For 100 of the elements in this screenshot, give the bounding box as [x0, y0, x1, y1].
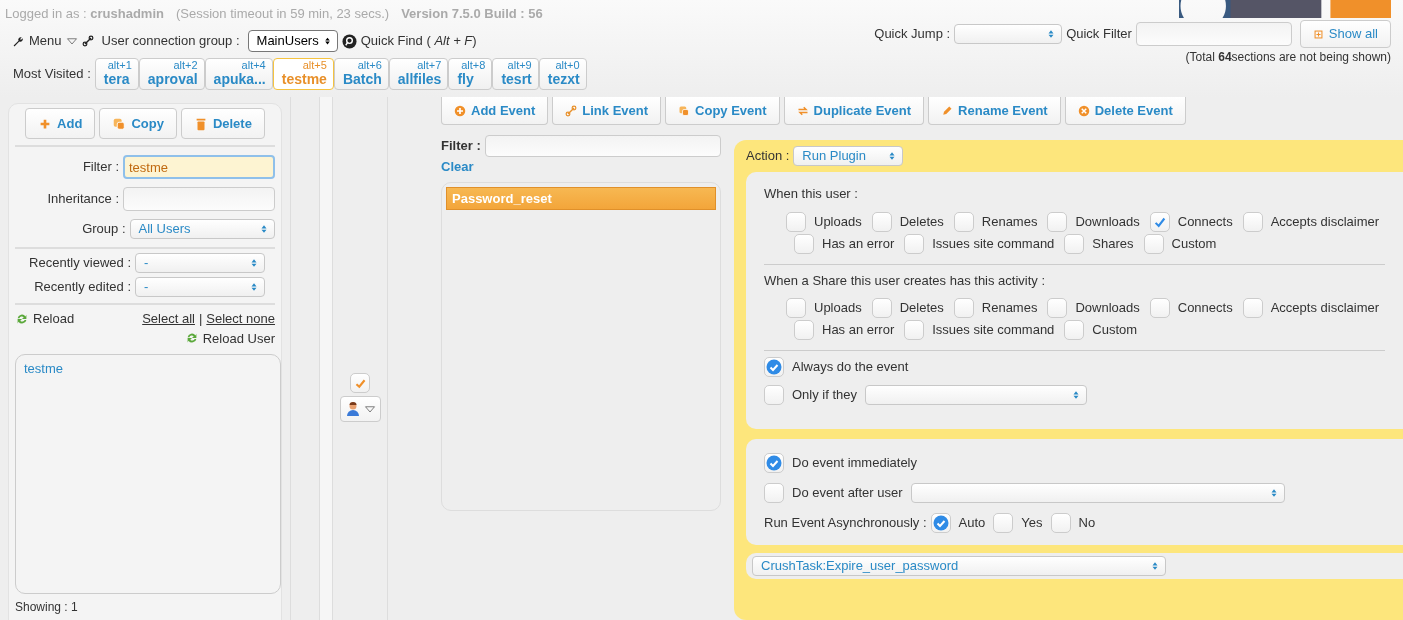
link-icon	[81, 35, 94, 47]
checkbox[interactable]	[953, 298, 974, 318]
copy-event-button[interactable]: Copy Event	[665, 97, 780, 125]
checkbox-label: Only if they	[792, 386, 858, 405]
checkbox-label: Uploads	[814, 212, 862, 231]
visited-tab[interactable]: alt+4 apuka...	[204, 58, 273, 90]
user-list-item[interactable]: testme	[24, 359, 272, 379]
visited-tab[interactable]: alt+8 fly	[448, 58, 493, 90]
duplicate-event-button[interactable]: Duplicate Event	[783, 97, 925, 125]
caret-icon	[363, 403, 376, 415]
recently-edited-dropdown[interactable]: -	[135, 277, 265, 297]
inheritance-label: Inheritance :	[46, 190, 119, 209]
visited-tab[interactable]: alt+5 testme	[272, 58, 334, 90]
task-dropdown[interactable]: CrushTask:Expire_user_password	[752, 556, 1166, 576]
event-filter-input[interactable]	[484, 135, 721, 157]
show-all-button[interactable]: Show all	[1299, 20, 1391, 48]
splitter-bar[interactable]	[290, 97, 320, 620]
visited-tab[interactable]: alt+0 tezxt	[538, 58, 587, 90]
condition-dropdown[interactable]	[865, 385, 1088, 405]
inheritance-input[interactable]	[123, 187, 275, 211]
visited-tab[interactable]: alt+2 aproval	[138, 58, 205, 90]
menu-button[interactable]: Menu	[29, 31, 78, 51]
link-event-button[interactable]: Link Event	[552, 97, 662, 125]
quick-find-link[interactable]: Quick Find ( Alt + F)	[360, 31, 477, 51]
action-label: Action :	[746, 147, 790, 166]
action-dropdown[interactable]: Run Plugin	[793, 146, 904, 166]
checkbox[interactable]	[1064, 320, 1085, 340]
check-icon	[932, 515, 949, 531]
checkbox[interactable]	[1149, 298, 1170, 318]
person-icon	[344, 401, 361, 417]
checkbox[interactable]	[953, 211, 974, 232]
select-all-link[interactable]: Select all	[142, 309, 195, 329]
user-menu-button[interactable]	[339, 396, 381, 422]
checkbox[interactable]	[1047, 298, 1068, 318]
checkbox-label: Downloads	[1075, 299, 1140, 318]
checkbox[interactable]	[764, 453, 784, 473]
copy-button[interactable]: Copy	[99, 108, 177, 139]
checkbox-label: Custom	[1171, 234, 1217, 253]
close-icon	[1077, 104, 1090, 117]
checkbox-label: Uploads	[814, 299, 862, 318]
checkbox[interactable]	[764, 357, 784, 377]
checkbox[interactable]	[786, 298, 806, 318]
check-icon	[766, 359, 782, 375]
event-filter-label: Filter :	[441, 137, 481, 156]
swap-arrows-icon	[796, 104, 809, 117]
checkbox[interactable]	[930, 513, 951, 533]
connection-group-dropdown[interactable]: MainUsers	[247, 30, 338, 52]
checkbox[interactable]	[871, 298, 892, 318]
checkbox[interactable]	[1050, 513, 1071, 533]
checkbox[interactable]	[904, 320, 925, 340]
group-dropdown[interactable]: All Users	[129, 219, 275, 239]
visited-tab[interactable]: alt+9 tesrt	[492, 58, 539, 90]
delete-event-button[interactable]: Delete Event	[1064, 97, 1186, 125]
event-list-item[interactable]: Password_reset	[446, 186, 716, 210]
add-event-button[interactable]: Add Event	[441, 97, 549, 125]
quick-jump-dropdown[interactable]	[954, 24, 1063, 44]
recently-edited-label: Recently edited :	[33, 278, 131, 297]
collapse-bar[interactable]	[320, 97, 333, 620]
checkbox-label: Issues site command	[932, 234, 1055, 253]
checkbox[interactable]	[904, 233, 925, 254]
checkbox[interactable]	[1149, 211, 1170, 232]
checkbox[interactable]	[993, 513, 1014, 533]
checkbox[interactable]	[786, 211, 806, 232]
checkbox[interactable]	[1047, 211, 1068, 232]
checkbox-label: Renames	[981, 212, 1038, 231]
delete-button[interactable]: Delete	[180, 108, 265, 139]
checkbox-label: Connects	[1177, 212, 1233, 231]
user-dropdown[interactable]	[910, 483, 1285, 503]
recently-viewed-dropdown[interactable]: -	[135, 253, 265, 273]
reload-user-link[interactable]: Reload User	[184, 328, 275, 348]
select-none-link[interactable]: Select none	[206, 309, 275, 329]
quick-filter-label: Quick Filter	[1066, 25, 1132, 44]
checkbox[interactable]	[764, 385, 784, 405]
checkbox[interactable]	[1064, 233, 1085, 254]
checkbox[interactable]	[871, 211, 892, 232]
checkbox-label: Yes	[1021, 514, 1043, 533]
checkbox[interactable]	[794, 320, 814, 340]
checkbox[interactable]	[764, 483, 784, 503]
checkbox-label: Connects	[1177, 299, 1233, 318]
recently-viewed-label: Recently viewed :	[28, 254, 131, 273]
async-label: Run Event Asynchronously :	[764, 514, 927, 533]
quick-filter-input[interactable]	[1135, 22, 1292, 46]
checkbox[interactable]	[1143, 233, 1164, 254]
visited-tab[interactable]: alt+1 tera	[94, 58, 139, 90]
visited-tab[interactable]: alt+6 Batch	[333, 58, 389, 90]
checkbox[interactable]	[1242, 298, 1263, 318]
filter-input[interactable]: testme	[123, 155, 275, 179]
checkbox[interactable]	[1242, 211, 1263, 232]
visited-tab[interactable]: alt+7 allfiles	[388, 58, 449, 90]
section-title: When this user :	[764, 185, 858, 203]
confirm-button[interactable]	[350, 373, 370, 393]
plus-icon	[454, 104, 466, 117]
reload-link[interactable]: Reload	[15, 309, 75, 329]
rename-event-button[interactable]: Rename Event	[928, 97, 1061, 125]
checkbox[interactable]	[794, 233, 814, 254]
add-button[interactable]: Add	[25, 108, 96, 139]
checkbox-label: Accepts disclaimer	[1270, 212, 1380, 231]
copy-icon	[112, 116, 127, 131]
checkbox-label: Always do the event	[792, 358, 909, 377]
clear-link[interactable]: Clear	[441, 157, 474, 177]
